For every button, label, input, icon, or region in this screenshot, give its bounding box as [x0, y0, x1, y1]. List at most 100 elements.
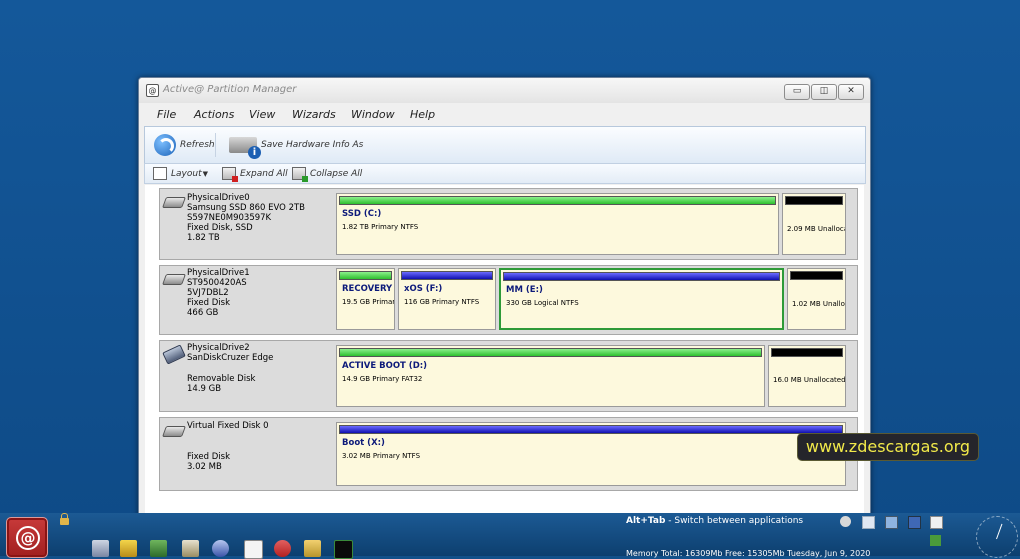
computer-app-icon[interactable] — [92, 540, 109, 557]
layout-label: Layout — [171, 168, 202, 179]
title-bar[interactable]: @ Active@ Partition Manager ▭ ◫ ✕ — [139, 78, 870, 104]
partition-desc: 2.09 MB Unalloca — [787, 225, 846, 233]
partition-unallocated[interactable]: 2.09 MB Unalloca — [782, 193, 846, 255]
partition-active-boot-d[interactable]: ACTIVE BOOT (D:) 14.9 GB Primary FAT32 — [336, 345, 765, 407]
partition-boot-x[interactable]: Boot (X:) 3.02 MB Primary NTFS — [336, 422, 846, 486]
drive-name: Virtual Fixed Disk 0 — [187, 421, 269, 431]
partition-unallocated[interactable]: 1.02 MB Unallo — [787, 268, 846, 330]
partition-manager-app-icon[interactable] — [274, 540, 291, 557]
collapse-all-button[interactable]: Collapse All — [292, 167, 362, 182]
expand-all-icon — [222, 167, 238, 182]
partition-name: ACTIVE BOOT (D:) — [342, 361, 428, 371]
drive-row-virtual-fixed-disk-0[interactable]: Virtual Fixed Disk 0 Fixed Disk 3.02 MB … — [159, 417, 858, 491]
menu-help[interactable]: Help — [410, 108, 435, 121]
partition-bar — [790, 271, 843, 280]
refresh-icon — [154, 134, 176, 156]
partition-bar — [339, 271, 392, 280]
menu-window[interactable]: Window — [351, 108, 395, 121]
drive-info: PhysicalDrive2 SanDiskCruzer Edge Remova… — [160, 341, 332, 411]
menu-view[interactable]: View — [249, 108, 275, 121]
close-button[interactable]: ✕ — [838, 84, 864, 100]
partition-desc: 14.9 GB Primary FAT32 — [342, 375, 423, 383]
layout-dropdown[interactable]: Layout ▼ — [153, 167, 208, 180]
partition-bar — [503, 272, 780, 281]
main-toolbar: Refresh Save Hardware Info As — [144, 126, 866, 164]
network-tray-icon[interactable] — [885, 516, 898, 529]
partition-unallocated[interactable]: 16.0 MB Unallocated — [768, 345, 846, 407]
drive-size: 3.02 MB — [187, 462, 222, 472]
drive-type: Fixed Disk — [187, 298, 230, 308]
expand-all-label: Expand All — [240, 168, 288, 179]
taskbar: @ Alt+Tab - Switch between applications … — [0, 513, 1020, 559]
drive-row-physicaldrive1[interactable]: PhysicalDrive1 ST9500420AS 5VJ7DBL2 Fixe… — [159, 265, 858, 335]
partition-desc: 1.02 MB Unallo — [792, 300, 845, 308]
collapse-all-icon — [292, 167, 308, 182]
clock-tray-icon[interactable] — [840, 516, 851, 527]
partition-bar — [339, 425, 843, 434]
alt-tab-key: Alt+Tab — [626, 516, 666, 526]
drive-info: PhysicalDrive0 Samsung SSD 860 EVO 2TB S… — [160, 189, 332, 259]
hard-disk-icon — [161, 274, 187, 285]
save-hardware-info-label: Save Hardware Info As — [261, 140, 364, 150]
partition-desc: 3.02 MB Primary NTFS — [342, 452, 421, 460]
tools-app-icon[interactable] — [182, 540, 199, 557]
drive-model: Samsung SSD 860 EVO 2TB — [187, 203, 306, 213]
start-button[interactable]: @ — [6, 517, 48, 558]
minimize-button[interactable]: ▭ — [784, 84, 810, 100]
save-hardware-info-button[interactable]: Save Hardware Info As — [229, 131, 363, 159]
partition-ssd-c[interactable]: SSD (C:) 1.82 TB Primary NTFS — [336, 193, 779, 255]
terminal-app-icon[interactable] — [334, 540, 353, 559]
drive-size: 14.9 GB — [187, 384, 222, 394]
drive-row-physicaldrive2[interactable]: PhysicalDrive2 SanDiskCruzer Edge Remova… — [159, 340, 858, 412]
partition-bar — [785, 196, 843, 205]
partition-xos-f[interactable]: xOS (F:) 116 GB Primary NTFS — [398, 268, 496, 330]
refresh-label: Refresh — [180, 140, 215, 150]
partition-bar — [401, 271, 493, 280]
drive-model: SanDiskCruzer Edge — [187, 353, 274, 363]
network-app-icon[interactable] — [150, 540, 167, 557]
partition-name: RECOVERY ( — [342, 284, 395, 294]
partition-mm-e[interactable]: MM (E:) 330 GB Logical NTFS — [499, 268, 784, 330]
partition-name: Boot (X:) — [342, 438, 385, 448]
partition-name: xOS (F:) — [404, 284, 443, 294]
drive-type: Fixed Disk, SSD — [187, 223, 253, 233]
drive-name: PhysicalDrive2 — [187, 343, 250, 353]
window-tray-icon[interactable] — [862, 516, 875, 529]
monitor-tray-icon[interactable] — [908, 516, 921, 529]
menu-actions[interactable]: Actions — [194, 108, 234, 121]
drive-row-physicaldrive0[interactable]: PhysicalDrive0 Samsung SSD 860 EVO 2TB S… — [159, 188, 858, 260]
partition-manager-window: @ Active@ Partition Manager ▭ ◫ ✕ File A… — [138, 77, 871, 519]
partition-bar — [339, 196, 776, 205]
partition-bar — [339, 348, 762, 357]
clock-gadget — [976, 516, 1018, 558]
usb-drive-icon — [162, 344, 186, 365]
app-icon: @ — [146, 84, 159, 97]
partition-desc: 1.82 TB Primary NTFS — [342, 223, 419, 231]
alt-tab-text: - Switch between applications — [665, 516, 804, 526]
watermark: www.zdescargas.org — [797, 433, 979, 461]
disk-app-icon[interactable] — [212, 540, 229, 557]
partition-desc: 16.0 MB Unallocated — [773, 376, 846, 384]
maximize-button[interactable]: ◫ — [811, 84, 837, 100]
partition-recovery[interactable]: RECOVERY ( 19.5 GB Primary — [336, 268, 395, 330]
folder-app-icon[interactable] — [120, 540, 137, 557]
memory-status: Memory Total: 16309Mb Free: 15305Mb Tues… — [626, 549, 871, 558]
drive-size: 1.82 TB — [187, 233, 220, 243]
settings-app-icon[interactable] — [304, 540, 321, 557]
drive-model: ST9500420AS — [187, 278, 247, 288]
lock-icon[interactable] — [60, 513, 69, 525]
usb-tray-icon[interactable] — [930, 535, 941, 546]
drive-info: Virtual Fixed Disk 0 Fixed Disk 3.02 MB — [160, 418, 332, 490]
keyboard-tray-icon[interactable] — [930, 516, 943, 529]
menu-wizards[interactable]: Wizards — [292, 108, 336, 121]
expand-all-button[interactable]: Expand All — [222, 167, 288, 182]
hard-disk-icon — [161, 426, 187, 437]
menu-file[interactable]: File — [157, 108, 176, 121]
refresh-button[interactable]: Refresh — [154, 131, 215, 159]
menu-bar: File Actions View Wizards Window Help — [139, 103, 870, 125]
toolbar-separator — [215, 133, 216, 157]
active-boot-logo-icon: @ — [16, 526, 40, 550]
notepad-app-icon[interactable] — [244, 540, 263, 559]
hard-disk-icon — [161, 197, 187, 208]
layout-toolbar: Layout ▼ Expand All Collapse All — [144, 163, 866, 184]
